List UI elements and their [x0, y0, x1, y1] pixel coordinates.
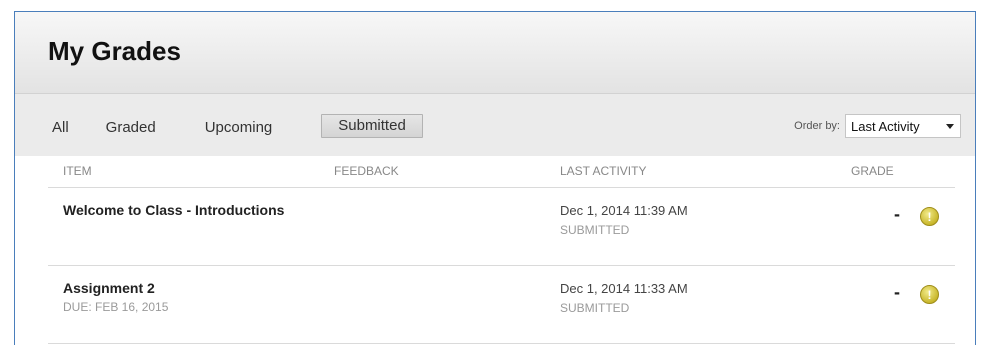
filter-toolbar: All Graded Upcoming Submitted Order by: … [15, 94, 975, 156]
column-header-item: ITEM [63, 164, 92, 178]
tab-upcoming[interactable]: Upcoming [205, 119, 273, 137]
order-by: Order by: Last Activity [794, 114, 961, 138]
tab-all[interactable]: All [52, 119, 69, 137]
table-header: ITEM FEEDBACK LAST ACTIVITY GRADE [48, 156, 955, 188]
grades-table: ITEM FEEDBACK LAST ACTIVITY GRADE Welcom… [48, 156, 955, 344]
tab-submitted[interactable]: Submitted [321, 114, 423, 138]
grades-header: My Grades [15, 12, 975, 94]
table-row[interactable]: Assignment 2 DUE: FEB 16, 2015 Dec 1, 20… [48, 266, 955, 344]
table-row[interactable]: Welcome to Class - Introductions Dec 1, … [48, 188, 955, 266]
order-by-value: Last Activity [851, 118, 920, 134]
column-header-last-activity[interactable]: LAST ACTIVITY [560, 164, 646, 178]
alert-icon[interactable]: ! [920, 207, 939, 226]
page-title: My Grades [48, 36, 181, 66]
grade-value: - [894, 282, 900, 302]
order-by-label: Order by: [794, 120, 840, 132]
item-title[interactable]: Welcome to Class - Introductions [63, 202, 284, 218]
chevron-down-icon [946, 124, 954, 129]
order-by-select[interactable]: Last Activity [845, 114, 961, 138]
last-activity-status: SUBMITTED [560, 223, 630, 237]
column-header-feedback: FEEDBACK [334, 164, 399, 178]
last-activity-status: SUBMITTED [560, 301, 630, 315]
item-due-date: DUE: FEB 16, 2015 [63, 300, 169, 314]
last-activity-date: Dec 1, 2014 11:39 AM [560, 203, 688, 218]
last-activity-date: Dec 1, 2014 11:33 AM [560, 281, 688, 296]
filter-tabs: All Graded Upcoming Submitted [52, 114, 472, 138]
grades-panel: My Grades All Graded Upcoming Submitted … [14, 11, 976, 345]
grade-value: - [894, 204, 900, 224]
column-header-grade[interactable]: GRADE [851, 164, 894, 178]
item-title[interactable]: Assignment 2 [63, 280, 155, 296]
tab-graded[interactable]: Graded [106, 119, 156, 137]
alert-icon[interactable]: ! [920, 285, 939, 304]
